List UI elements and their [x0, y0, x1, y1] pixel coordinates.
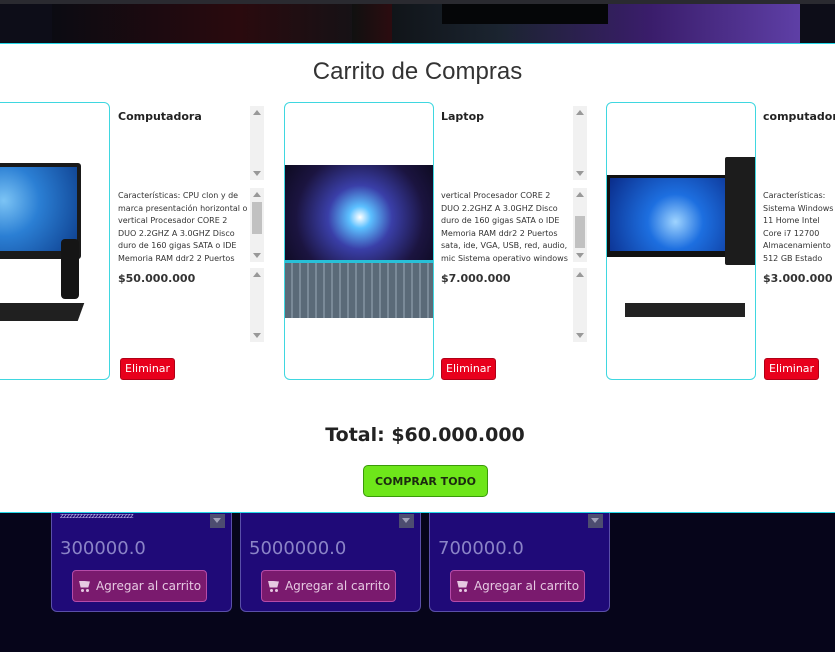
cart-modal: Carrito de Compras Computadora Caracterí… [0, 43, 835, 513]
scrollbar[interactable] [250, 106, 264, 180]
hero-shape [352, 4, 392, 44]
hero-banner [52, 4, 800, 44]
item-name-box[interactable]: computadora [759, 106, 835, 180]
hero-side-left [0, 4, 52, 44]
laptop-keyboard-image [285, 260, 433, 318]
scroll-down-icon[interactable] [210, 514, 225, 528]
add-to-cart-button[interactable]: Agregar al carrito [72, 570, 207, 602]
add-to-cart-label: Agregar al carrito [284, 579, 391, 593]
product-image [0, 102, 110, 380]
cart-icon [267, 581, 280, 592]
product-price: 700000.0 [438, 538, 524, 559]
scrollbar[interactable] [573, 188, 587, 262]
item-name: computadora [763, 110, 835, 123]
remove-item-button[interactable]: Eliminar [441, 358, 497, 380]
cart-icon [456, 581, 469, 592]
add-to-cart-label: Agregar al carrito [95, 579, 202, 593]
scroll-down-icon[interactable] [399, 514, 414, 528]
product-card: 700000.0 Agregar al carrito [429, 512, 610, 612]
scrollbar[interactable] [250, 268, 264, 342]
cart-icon [78, 581, 91, 592]
scrollbar[interactable] [573, 106, 587, 180]
add-to-cart-label: Agregar al carrito [473, 579, 580, 593]
item-price-box[interactable]: $3.000.000 [759, 268, 835, 342]
product-price: 5000000.0 [249, 538, 347, 559]
product-card: zzzzzzzzzzzzzzzzzzzzzzz 300000.0 Agregar… [51, 512, 232, 612]
item-description: Características: CPU clon y de marca pre… [118, 191, 248, 262]
item-name: Laptop [441, 110, 484, 123]
add-to-cart-button[interactable]: Agregar al carrito [450, 570, 585, 602]
tower-image [725, 157, 755, 265]
item-description-box[interactable]: Características: Sistema Windows 11 Home… [759, 188, 835, 262]
product-price: 300000.0 [60, 538, 146, 559]
laptop-screen-image [285, 165, 433, 260]
item-name: Computadora [118, 110, 202, 123]
speaker-image [61, 239, 79, 299]
remove-item-button[interactable]: Eliminar [120, 358, 176, 380]
item-price: $50.000.000 [118, 272, 196, 285]
buy-all-button[interactable]: COMPRAR TODO [363, 465, 488, 497]
add-to-cart-button[interactable]: Agregar al carrito [261, 570, 396, 602]
monitor-image [607, 175, 732, 257]
item-description: vertical Procesador CORE 2 DUO 2.2GHZ A … [441, 191, 568, 262]
item-price: $7.000.000 [441, 272, 511, 285]
modal-title: Carrito de Compras [312, 58, 523, 85]
scroll-down-icon[interactable] [588, 514, 603, 528]
hero-shape [442, 4, 608, 24]
item-name-box[interactable]: Laptop [437, 106, 587, 180]
product-card: 5000000.0 Agregar al carrito [240, 512, 421, 612]
keyboard-image [0, 303, 85, 321]
item-price: $3.000.000 [763, 272, 833, 285]
item-name-box[interactable]: Computadora [114, 106, 264, 180]
cart-total: Total: $60.000.000 [325, 424, 525, 446]
scrollbar[interactable] [250, 188, 264, 262]
item-price-box[interactable]: $50.000.000 [114, 268, 264, 342]
item-description: Características: Sistema Windows 11 Home… [763, 191, 834, 262]
scrollbar[interactable] [573, 268, 587, 342]
product-image [606, 102, 756, 380]
item-description-box[interactable]: Características: CPU clon y de marca pre… [114, 188, 264, 262]
remove-item-button[interactable]: Eliminar [764, 358, 820, 380]
product-name: zzzzzzzzzzzzzzzzzzzzzzz [60, 512, 134, 520]
hero-side-right [800, 4, 835, 44]
product-image [284, 102, 434, 380]
keyboard-image [625, 303, 745, 317]
item-description-box[interactable]: vertical Procesador CORE 2 DUO 2.2GHZ A … [437, 188, 587, 262]
item-price-box[interactable]: $7.000.000 [437, 268, 587, 342]
